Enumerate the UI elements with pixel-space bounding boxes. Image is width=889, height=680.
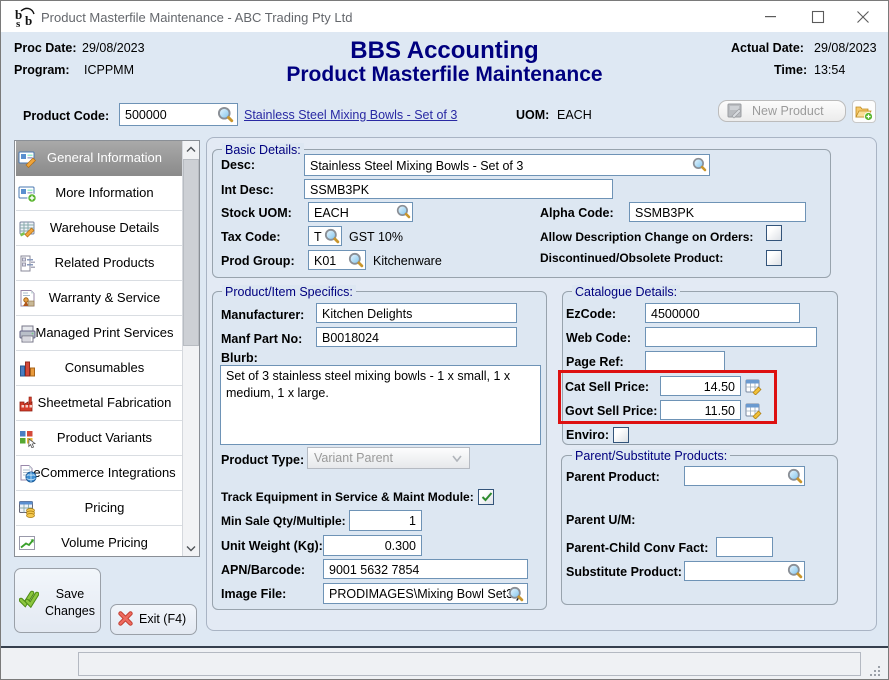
svg-text:b: b [25,13,32,28]
svg-text:s: s [16,18,21,28]
